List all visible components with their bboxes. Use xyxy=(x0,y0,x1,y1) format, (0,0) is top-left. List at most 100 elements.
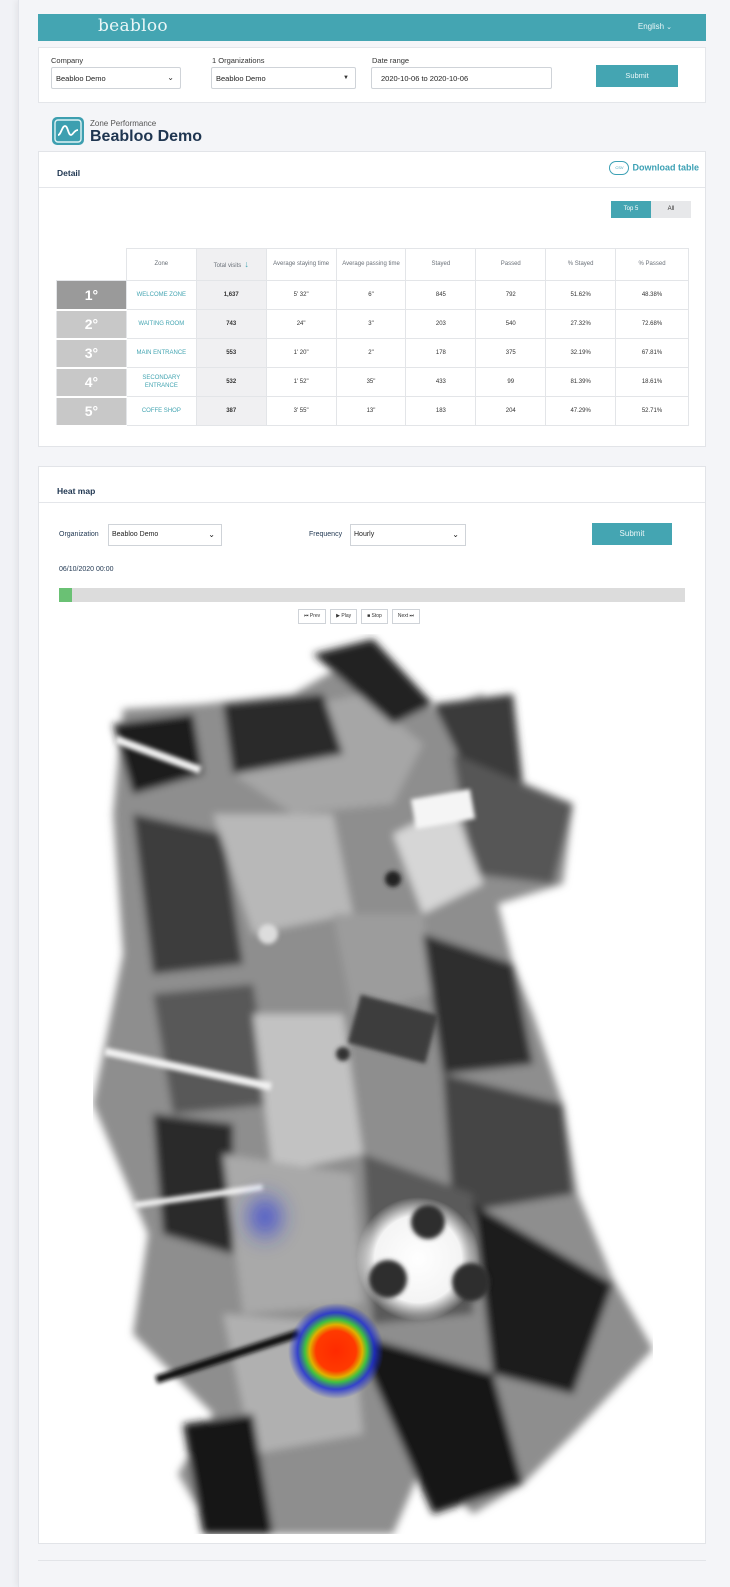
rank-badge: 3° xyxy=(56,338,127,369)
play-button[interactable]: ▶ Play xyxy=(330,609,358,624)
toggle-top5[interactable]: Top 5 xyxy=(611,201,651,218)
pct-stayed-cell: 27.32% xyxy=(545,309,617,339)
footer-divider xyxy=(38,1560,706,1561)
playback-controls: ⏮ Prev ▶ Play ■ Stop Next ⏭ xyxy=(298,609,421,624)
date-range-value: 2020-10-06 to 2020-10-06 xyxy=(381,74,469,83)
zone-name-link[interactable]: WELCOME ZONE xyxy=(125,280,197,310)
organizations-label: 1 Organizations xyxy=(212,56,265,65)
filters-bar: Company Beabloo Demo ⌄ 1 Organizations B… xyxy=(38,47,706,103)
zone-name-link[interactable]: WAITING ROOM xyxy=(125,309,197,339)
rank-badge: 2° xyxy=(56,309,127,340)
heatmap-title: Heat map xyxy=(57,486,96,496)
page-title: Beabloo Demo xyxy=(90,128,203,145)
table-row: 1° WELCOME ZONE 1,637 5' 32" 6" 845 792 … xyxy=(56,280,689,311)
organizations-value: Beabloo Demo xyxy=(216,74,266,83)
rank-badge: 5° xyxy=(56,396,127,427)
avg-passing-cell: 35" xyxy=(335,367,407,397)
top-toggle: Top 5 All xyxy=(611,201,691,218)
zone-ranking-table: Zone Total visits ↓ Average staying time … xyxy=(56,248,689,427)
prev-button[interactable]: ⏮ Prev xyxy=(298,609,327,624)
toggle-all[interactable]: All xyxy=(651,201,691,218)
chevron-down-icon: ⌄ xyxy=(666,24,672,31)
frequency-value: Hourly xyxy=(354,531,375,538)
language-label: English xyxy=(637,22,665,31)
organization-label: Organization xyxy=(59,531,99,538)
company-select[interactable]: Beabloo Demo ⌄ xyxy=(51,67,181,89)
col-avg-staying[interactable]: Average staying time xyxy=(265,248,337,281)
col-pct-passed[interactable]: % Passed xyxy=(615,248,689,281)
pct-stayed-cell: 47.29% xyxy=(545,396,617,426)
organization-value: Beabloo Demo xyxy=(112,531,159,538)
company-value: Beabloo Demo xyxy=(56,74,106,83)
col-pct-stayed[interactable]: % Stayed xyxy=(545,248,617,281)
rank-badge: 1° xyxy=(56,280,127,311)
total-visits-cell: 1,637 xyxy=(195,280,267,310)
passed-cell: 375 xyxy=(475,338,547,368)
floorplan-base xyxy=(93,639,653,1534)
next-button[interactable]: Next ⏭ xyxy=(391,609,421,624)
avg-staying-cell: 3' 55" xyxy=(265,396,337,426)
pct-stayed-cell: 81.39% xyxy=(545,367,617,397)
table-row: 3° MAIN ENTRANCE 553 1' 20" 2" 178 375 3… xyxy=(56,338,689,369)
detail-panel-header: Detail CSV Download table xyxy=(39,152,705,188)
chevron-down-icon: ⌄ xyxy=(208,530,215,539)
pct-passed-cell: 72.68% xyxy=(615,309,689,339)
heat-spot-low xyxy=(239,1187,291,1247)
col-stayed[interactable]: Stayed xyxy=(405,248,477,281)
brand-logo[interactable]: beabloo xyxy=(98,16,168,36)
heatmap-submit-button[interactable]: Submit xyxy=(592,523,672,545)
filters-submit-button[interactable]: Submit xyxy=(596,65,678,87)
date-range-label: Date range xyxy=(372,56,410,65)
date-range-input[interactable]: 2020-10-06 to 2020-10-06 xyxy=(371,67,552,89)
passed-cell: 204 xyxy=(475,396,547,426)
rank-badge: 4° xyxy=(56,367,127,398)
pct-passed-cell: 18.61% xyxy=(615,367,689,397)
table-row: 2° WAITING ROOM 743 24" 3" 203 540 27.32… xyxy=(56,309,689,340)
total-visits-cell: 387 xyxy=(195,396,267,426)
col-total-visits[interactable]: Total visits ↓ xyxy=(195,248,267,281)
stayed-cell: 203 xyxy=(405,309,477,339)
organization-select[interactable]: Beabloo Demo ⌄ xyxy=(108,524,222,546)
heatmap-panel-header: Heat map xyxy=(39,467,705,503)
frequency-label: Frequency xyxy=(309,531,343,538)
stayed-cell: 845 xyxy=(405,280,477,310)
pct-passed-cell: 48.38% xyxy=(615,280,689,310)
zone-name-link[interactable]: MAIN ENTRANCE xyxy=(125,338,197,368)
download-table-label: Download table xyxy=(632,162,699,173)
pct-passed-cell: 67.81% xyxy=(615,338,689,368)
avg-staying-cell: 24" xyxy=(265,309,337,339)
avg-passing-cell: 6" xyxy=(335,280,407,310)
timeline-progress-bar[interactable] xyxy=(59,588,685,602)
zone-name-link[interactable]: COFFE SHOP xyxy=(125,396,197,426)
sort-down-arrow-icon[interactable]: ↓ xyxy=(244,259,249,269)
total-visits-cell: 532 xyxy=(195,367,267,397)
detail-title: Detail xyxy=(57,168,81,178)
col-zone[interactable]: Zone xyxy=(125,248,197,281)
avg-passing-cell: 3" xyxy=(335,309,407,339)
company-label: Company xyxy=(51,56,84,65)
col-passed[interactable]: Passed xyxy=(475,248,547,281)
floorplan-image xyxy=(93,639,653,1534)
language-selector[interactable]: English ⌄ xyxy=(638,22,672,31)
top-navbar: beabloo English ⌄ xyxy=(38,14,706,41)
total-visits-cell: 743 xyxy=(195,309,267,339)
col-avg-passing[interactable]: Average passing time xyxy=(335,248,407,281)
pct-stayed-cell: 51.62% xyxy=(545,280,617,310)
avg-staying-cell: 1' 20" xyxy=(265,338,337,368)
download-table-link[interactable]: CSV Download table xyxy=(609,161,699,175)
pct-passed-cell: 52.71% xyxy=(615,396,689,426)
avg-passing-cell: 2" xyxy=(335,338,407,368)
passed-cell: 540 xyxy=(475,309,547,339)
frequency-select[interactable]: Hourly ⌄ xyxy=(350,524,466,546)
avg-passing-cell: 13" xyxy=(335,396,407,426)
organizations-select[interactable]: Beabloo Demo ▼ xyxy=(211,67,356,89)
table-header-row: Zone Total visits ↓ Average staying time … xyxy=(57,248,689,281)
table-row: 4° SECONDARY ENTRANCE 532 1' 52" 35" 433… xyxy=(56,367,689,398)
stop-button[interactable]: ■ Stop xyxy=(361,609,388,624)
zone-name-link[interactable]: SECONDARY ENTRANCE xyxy=(125,367,197,397)
cloud-download-icon: CSV xyxy=(609,161,630,175)
heatmap-timestamp: 06/10/2020 00:00 xyxy=(59,566,114,573)
heatmap-panel: Heat map Organization Beabloo Demo ⌄ Fre… xyxy=(38,466,706,1544)
zone-performance-icon xyxy=(52,117,84,145)
avg-staying-cell: 1' 52" xyxy=(265,367,337,397)
